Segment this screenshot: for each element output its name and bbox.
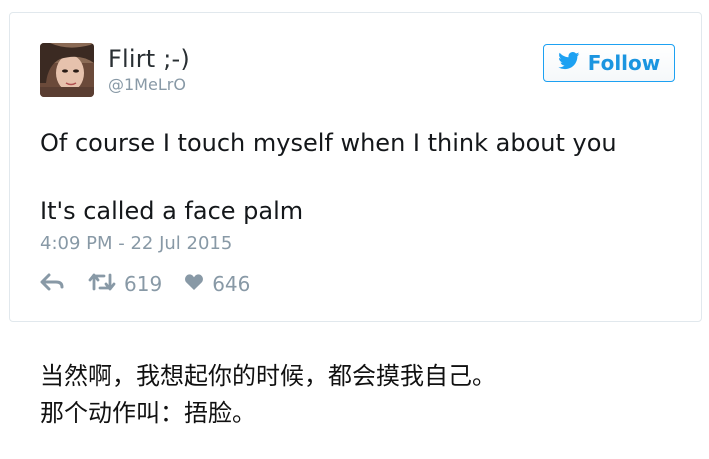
reply-button[interactable] (40, 272, 64, 296)
reply-icon (40, 272, 64, 296)
retweet-count: 619 (124, 272, 163, 296)
follow-button[interactable]: Follow (543, 44, 675, 82)
retweet-button[interactable]: 619 (88, 272, 162, 297)
tweet-actions: 619 646 (40, 271, 250, 297)
like-button[interactable]: 646 (184, 272, 250, 296)
tweet-text-line-1: Of course I touch myself when I think ab… (40, 129, 617, 157)
display-name[interactable]: Flirt ;-) (108, 45, 190, 73)
follow-label: Follow (587, 51, 661, 75)
twitter-bird-icon (557, 51, 580, 75)
like-count: 646 (212, 272, 251, 296)
avatar-image (40, 43, 94, 97)
caption-line-1: 当然啊，我想起你的时候，都会摸我自己。 (40, 362, 496, 390)
heart-icon (184, 272, 204, 296)
tweet-card: Flirt ;-) @1MeLrO Follow Of course I tou… (9, 12, 702, 322)
caption-line-2: 那个动作叫：捂脸。 (40, 399, 256, 427)
tweet-timestamp[interactable]: 4:09 PM - 22 Jul 2015 (40, 233, 232, 254)
retweet-icon (88, 272, 116, 297)
avatar[interactable] (40, 43, 94, 97)
user-handle[interactable]: @1MeLrO (108, 75, 186, 94)
tweet-text-line-2: It's called a face palm (40, 197, 304, 225)
